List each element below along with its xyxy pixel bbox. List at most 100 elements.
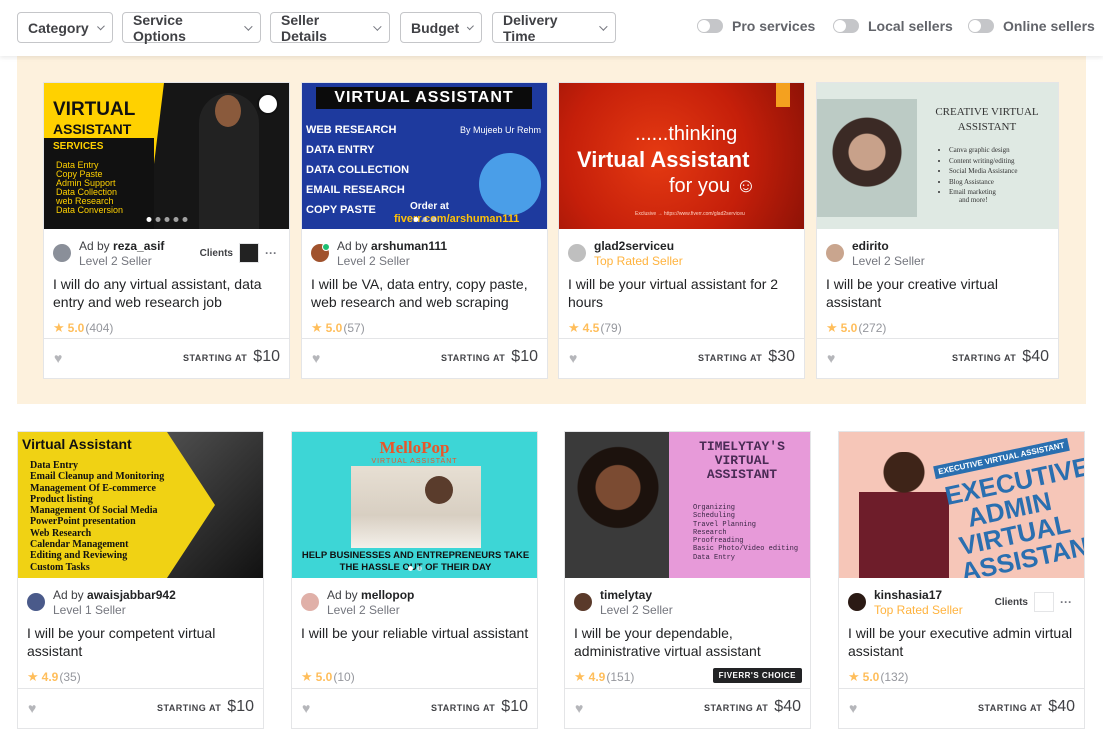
gig-title[interactable]: I will be VA, data entry, copy paste, we… [311,275,539,311]
carousel-dot[interactable] [431,217,436,222]
heart-icon[interactable]: ♥ [28,700,36,716]
seller-info[interactable]: Ad by mellopop Level 2 Seller [301,588,414,618]
heart-icon[interactable]: ♥ [575,700,583,716]
gig-thumbnail[interactable]: ......thinking Virtual Assistant for you… [559,83,804,229]
carousel-dot[interactable] [182,217,187,222]
seller-level: Level 2 Seller [600,603,673,617]
gig-title[interactable]: I will be your dependable, administrativ… [574,624,802,660]
heart-icon[interactable]: ♥ [827,350,835,366]
seller-username[interactable]: kinshasia17 [874,588,963,603]
carousel-dots[interactable] [407,566,422,571]
seller-info[interactable]: Ad by awaisjabbar942 Level 1 Seller [27,588,176,618]
gig-thumbnail[interactable]: TIMELYTAY'S VIRTUAL ASSISTANT Organizing… [565,432,810,578]
gig-card[interactable]: EXECUTIVE VIRTUAL ASSISTANT EXECUTIVE AD… [838,431,1085,729]
seller-name[interactable]: Ad by awaisjabbar942 [53,588,176,603]
avatar[interactable] [311,243,330,262]
more-icon[interactable]: ··· [1060,595,1072,609]
avatar[interactable] [574,593,592,611]
gig-price[interactable]: STARTING AT $40 [952,348,1049,366]
carousel-dot[interactable] [407,566,413,571]
gig-card[interactable]: CREATIVE VIRTUAL ASSISTANT Canva graphic… [816,82,1059,379]
avatar[interactable] [27,593,45,611]
gig-thumbnail[interactable]: VIRTUAL ASSISTANT WEB RESEARCH DATA ENTR… [302,83,547,229]
gig-price[interactable]: STARTING AT $40 [978,698,1075,716]
avatar[interactable] [53,244,71,262]
more-icon[interactable]: ··· [265,246,277,260]
heart-icon[interactable]: ♥ [312,350,320,366]
gig-price[interactable]: STARTING AT $10 [183,348,280,366]
carousel-dot[interactable] [413,217,418,222]
carousel-dots[interactable] [413,217,436,222]
gig-title[interactable]: I will do any virtual assistant, data en… [53,275,281,311]
seller-name[interactable]: Ad by reza_asif [79,239,164,254]
avatar[interactable] [568,244,586,262]
seller-username[interactable]: timelytay [600,588,673,603]
seller-info[interactable]: timelytay Level 2 Seller [574,588,673,618]
clients-badge[interactable]: Clients ··· [200,243,277,263]
gig-thumbnail[interactable]: CREATIVE VIRTUAL ASSISTANT Canva graphic… [817,83,1058,229]
seller-username[interactable]: edirito [852,239,925,254]
seller-info[interactable]: glad2serviceu Top Rated Seller [568,239,683,269]
seller-username[interactable]: awaisjabbar942 [87,588,176,602]
gig-card[interactable]: ......thinking Virtual Assistant for you… [558,82,805,379]
heart-icon[interactable]: ♥ [302,700,310,716]
toggle-switch[interactable] [968,19,994,33]
toggle-switch[interactable] [697,19,723,33]
gig-price[interactable]: STARTING AT $10 [431,698,528,716]
filter-category-button[interactable]: Category [17,12,113,43]
toggle-online-sellers[interactable]: Online sellers [968,18,1095,34]
carousel-dot[interactable] [146,217,151,222]
gig-price[interactable]: STARTING AT $10 [157,698,254,716]
filter-service-options-button[interactable]: Service Options [122,12,261,44]
gig-thumbnail[interactable]: MelloPop VIRTUAL ASSISTANT HELP BUSINESS… [292,432,537,578]
toggle-pro-services[interactable]: Pro services [697,18,815,34]
gig-price[interactable]: STARTING AT $30 [698,348,795,366]
seller-username[interactable]: glad2serviceu [594,239,683,254]
play-icon[interactable] [257,93,279,115]
thumb-list: Data Entry Copy Paste Admin Support Data… [56,161,123,215]
gig-card[interactable]: VIRTUAL ASSISTANT SERVICES Data Entry Co… [43,82,290,379]
carousel-dots[interactable] [146,217,187,222]
gig-thumbnail[interactable]: Virtual Assistant Data Entry Email Clean… [18,432,263,578]
gig-price[interactable]: STARTING AT $40 [704,698,801,716]
gig-card[interactable]: VIRTUAL ASSISTANT WEB RESEARCH DATA ENTR… [301,82,548,379]
carousel-dot[interactable] [416,566,422,571]
gig-title[interactable]: I will be your executive admin virtual a… [848,624,1076,660]
seller-info[interactable]: Ad by arshuman111 Level 2 Seller [311,239,447,269]
seller-username[interactable]: mellopop [361,588,414,602]
filter-seller-details-button[interactable]: Seller Details [270,12,390,44]
gig-price[interactable]: STARTING AT $10 [441,348,538,366]
toggle-local-sellers[interactable]: Local sellers [833,18,953,34]
gig-card[interactable]: MelloPop VIRTUAL ASSISTANT HELP BUSINESS… [291,431,538,729]
carousel-dot[interactable] [164,217,169,222]
carousel-dot[interactable] [155,217,160,222]
filter-budget-button[interactable]: Budget [400,12,482,43]
avatar[interactable] [301,593,319,611]
seller-info[interactable]: kinshasia17 Top Rated Seller [848,588,963,618]
gig-title[interactable]: I will be your creative virtual assistan… [826,275,1054,311]
avatar[interactable] [826,244,844,262]
clients-badge[interactable]: Clients ··· [995,592,1072,612]
star-icon: ★ [826,320,838,335]
gig-card[interactable]: Virtual Assistant Data Entry Email Clean… [17,431,264,729]
seller-info[interactable]: Ad by reza_asif Level 2 Seller [53,239,164,269]
gig-thumbnail[interactable]: EXECUTIVE VIRTUAL ASSISTANT EXECUTIVE AD… [839,432,1084,578]
seller-username[interactable]: arshuman111 [371,239,447,253]
gig-title[interactable]: I will be your virtual assistant for 2 h… [568,275,796,311]
filter-delivery-time-button[interactable]: Delivery Time [492,12,616,44]
seller-name[interactable]: Ad by arshuman111 [337,239,447,254]
gig-title[interactable]: I will be your competent virtual assista… [27,624,255,660]
seller-info[interactable]: edirito Level 2 Seller [826,239,925,269]
seller-name[interactable]: Ad by mellopop [327,588,414,603]
carousel-dot[interactable] [422,217,427,222]
heart-icon[interactable]: ♥ [569,350,577,366]
heart-icon[interactable]: ♥ [849,700,857,716]
gig-thumbnail[interactable]: VIRTUAL ASSISTANT SERVICES Data Entry Co… [44,83,289,229]
seller-username[interactable]: reza_asif [113,239,164,253]
gig-card[interactable]: TIMELYTAY'S VIRTUAL ASSISTANT Organizing… [564,431,811,729]
avatar[interactable] [848,593,866,611]
gig-title[interactable]: I will be your reliable virtual assistan… [301,624,529,642]
carousel-dot[interactable] [173,217,178,222]
heart-icon[interactable]: ♥ [54,350,62,366]
toggle-switch[interactable] [833,19,859,33]
